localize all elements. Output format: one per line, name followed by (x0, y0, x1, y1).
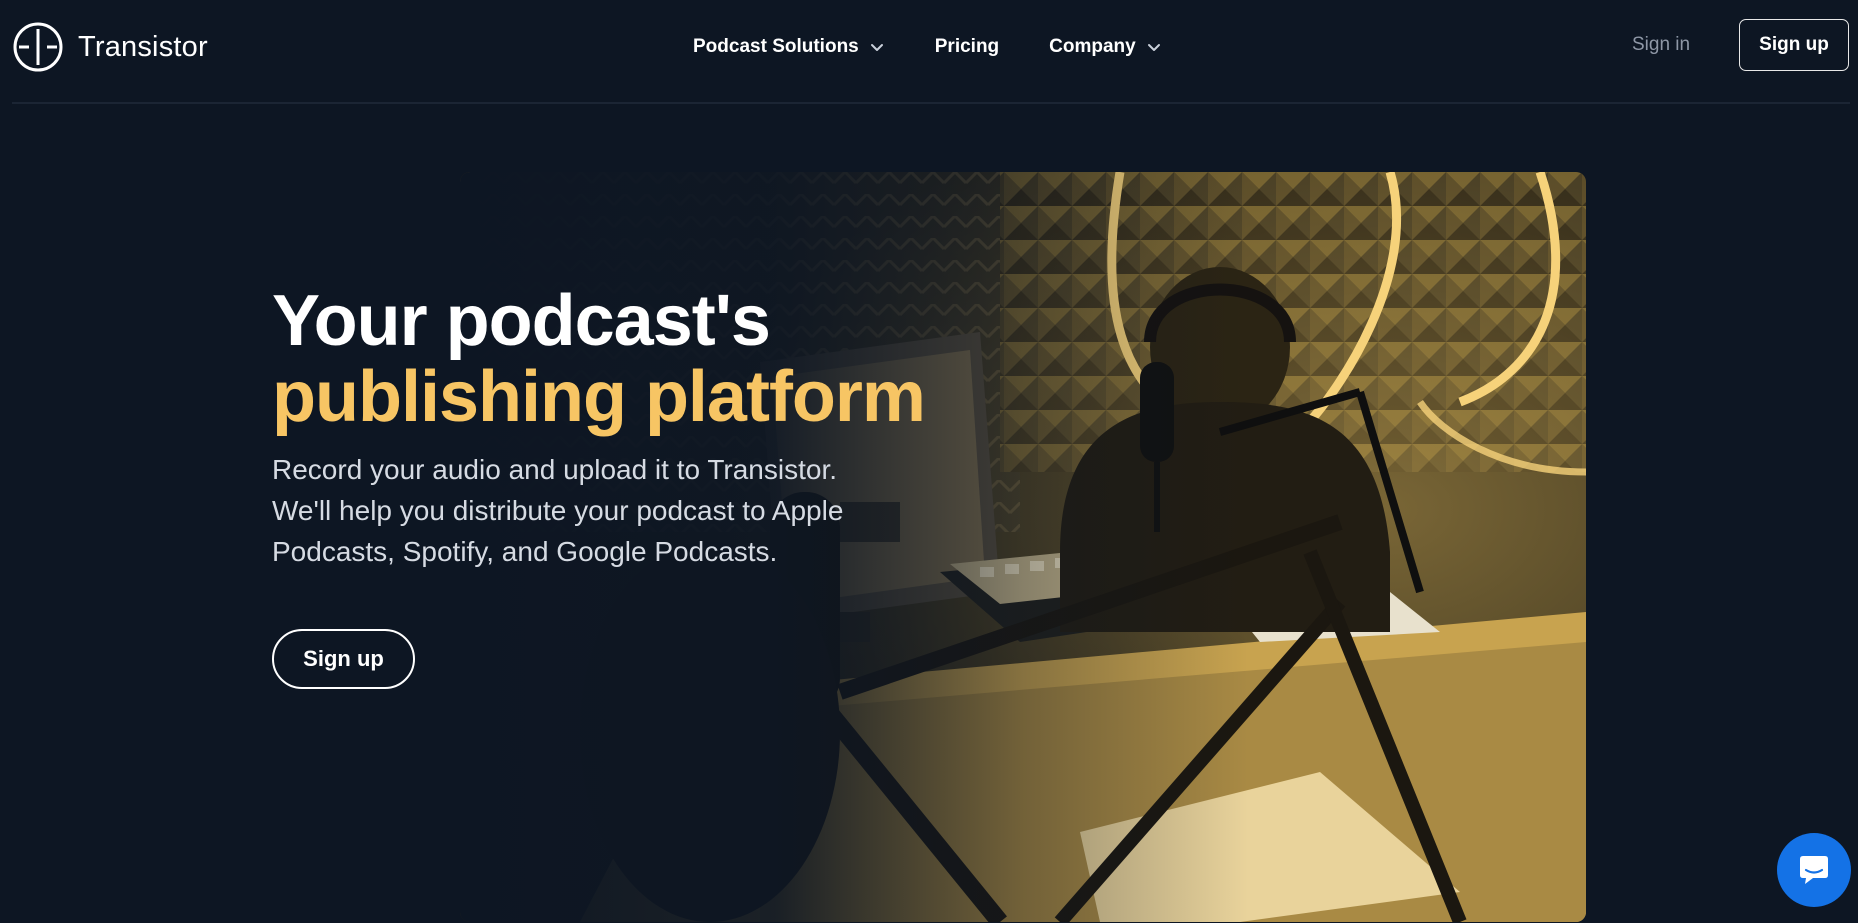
logo-text: Transistor (78, 30, 208, 63)
chevron-down-icon (870, 44, 883, 51)
chat-widget-button[interactable] (1777, 833, 1851, 907)
nav-company[interactable]: Company (1049, 36, 1162, 58)
hero-headline-line1: Your podcast's (272, 281, 771, 361)
nav-pricing[interactable]: Pricing (935, 36, 999, 58)
nav-company-label: Company (1049, 36, 1136, 57)
nav-podcast-solutions[interactable]: Podcast Solutions (693, 36, 885, 58)
hero-headline-line2: publishing platform (272, 357, 926, 437)
hero-headline: Your podcast's publishing platform (272, 281, 926, 437)
main-nav: Podcast Solutions Pricing Company (693, 30, 1162, 64)
logo[interactable]: Transistor (12, 20, 208, 74)
header-divider (12, 102, 1850, 104)
chat-bubble-icon (1800, 856, 1828, 884)
chevron-down-icon (1147, 44, 1160, 51)
hero-subtext: Record your audio and upload it to Trans… (272, 454, 844, 567)
nav-pricing-label: Pricing (934, 36, 1000, 57)
hero-sign-up-button[interactable]: Sign up (272, 629, 415, 689)
sign-in-link[interactable]: Sign in (1632, 34, 1690, 56)
site-header: Transistor Podcast Solutions Pricing Com… (0, 0, 1858, 104)
sign-up-button[interactable]: Sign up (1739, 19, 1849, 71)
transistor-logo-icon (13, 22, 63, 72)
nav-podcast-solutions-label: Podcast Solutions (693, 36, 859, 57)
